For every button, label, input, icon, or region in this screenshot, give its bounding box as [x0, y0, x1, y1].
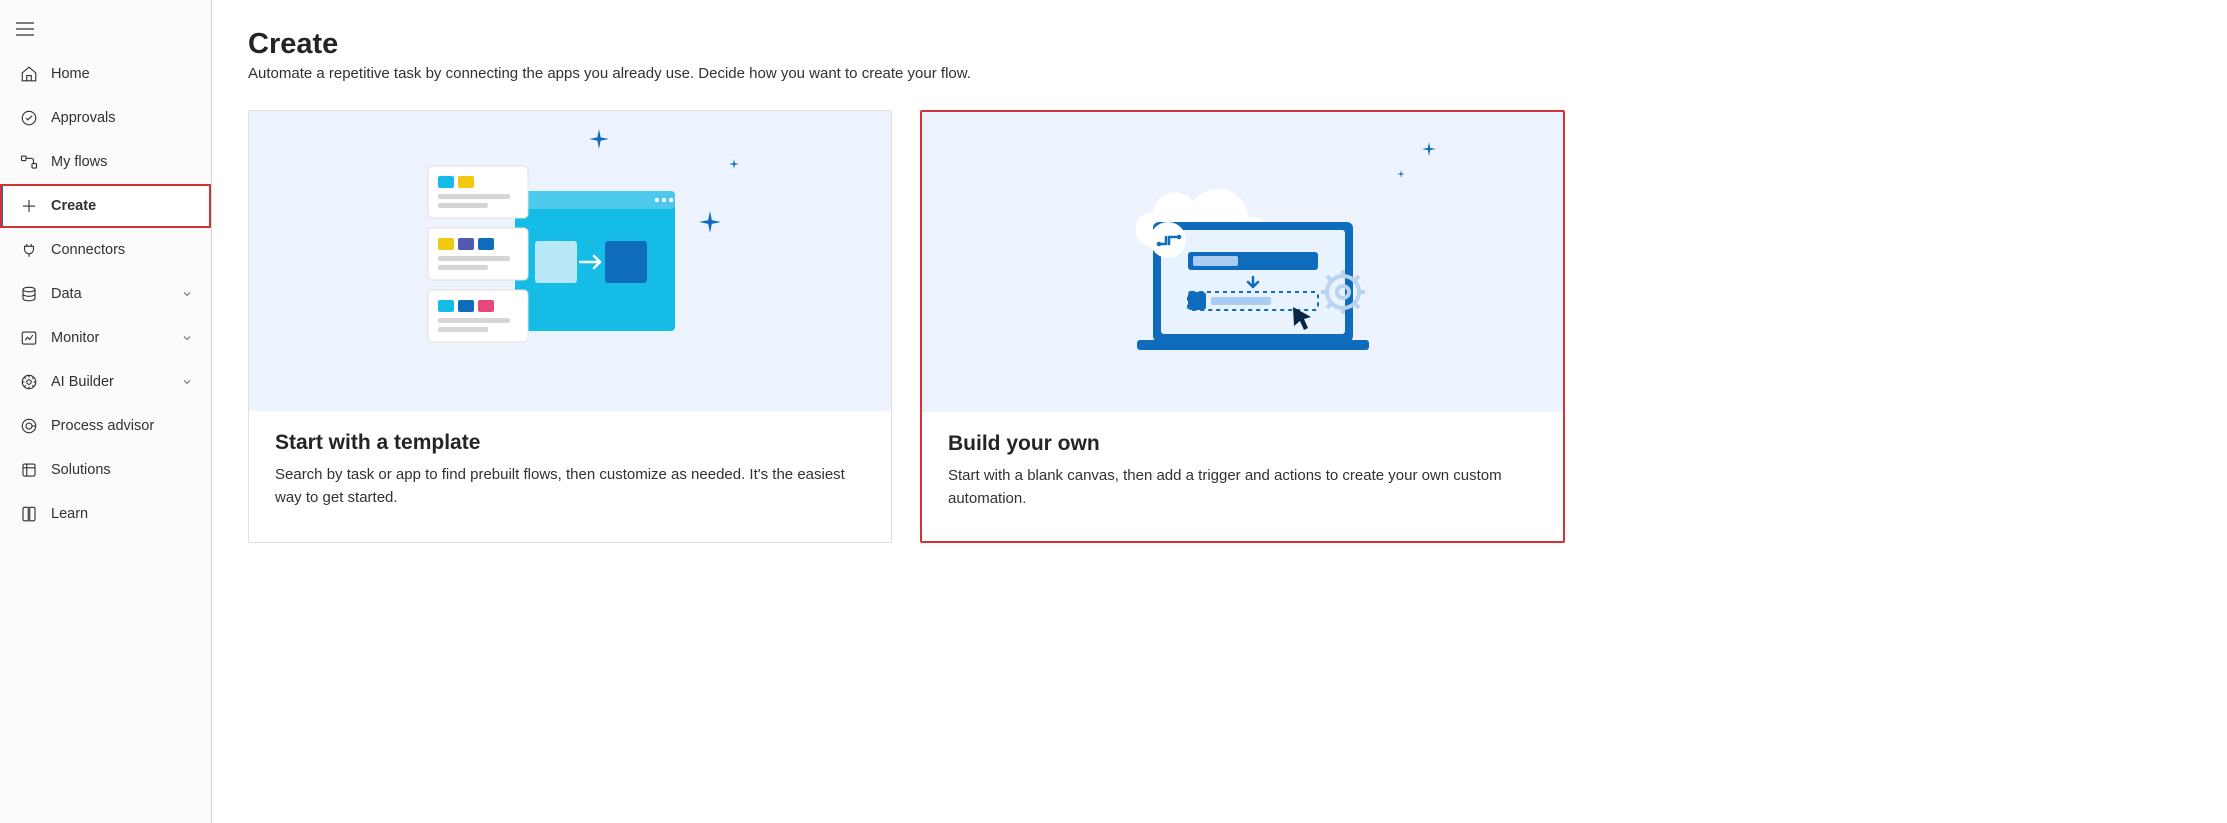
hamburger-button[interactable] — [0, 12, 211, 48]
sidebar-item-label: Home — [51, 66, 195, 82]
chevron-down-icon — [181, 287, 195, 301]
sidebar-item-label: Data — [51, 286, 169, 302]
app-shell: Home Approvals My flows Create — [0, 0, 2227, 823]
sidebar-item-data[interactable]: Data — [0, 272, 211, 316]
learn-icon — [19, 504, 39, 524]
sidebar-item-label: Process advisor — [51, 418, 195, 434]
sidebar-item-label: AI Builder — [51, 374, 169, 390]
sidebar-item-learn[interactable]: Learn — [0, 492, 211, 536]
approvals-icon — [19, 108, 39, 128]
sidebar-item-label: Create — [51, 198, 195, 214]
sidebar-item-label: Approvals — [51, 110, 195, 126]
main-content: Create Automate a repetitive task by con… — [212, 0, 2227, 823]
card-hero-illustration — [922, 112, 1563, 412]
card-title: Build your own — [948, 432, 1537, 456]
solutions-icon — [19, 460, 39, 480]
page-title: Create — [248, 28, 2191, 61]
card-start-with-template[interactable]: Start with a template Search by task or … — [248, 110, 892, 543]
build-own-illustration-icon — [1093, 162, 1393, 362]
template-illustration-icon — [420, 156, 720, 366]
connectors-icon — [19, 240, 39, 260]
sidebar-item-label: Connectors — [51, 242, 195, 258]
sidebar-item-create[interactable]: Create — [0, 184, 211, 228]
page-subtitle: Automate a repetitive task by connecting… — [248, 65, 2191, 82]
card-hero-illustration — [249, 111, 891, 411]
sidebar-item-approvals[interactable]: Approvals — [0, 96, 211, 140]
sidebar-nav: Home Approvals My flows Create — [0, 52, 211, 536]
chevron-down-icon — [181, 331, 195, 345]
card-description: Search by task or app to find prebuilt f… — [275, 463, 865, 510]
sidebar-item-home[interactable]: Home — [0, 52, 211, 96]
sidebar-item-label: Monitor — [51, 330, 169, 346]
sidebar: Home Approvals My flows Create — [0, 0, 212, 823]
sidebar-item-label: My flows — [51, 154, 195, 170]
sidebar-item-ai-builder[interactable]: AI Builder — [0, 360, 211, 404]
create-option-cards: Start with a template Search by task or … — [248, 110, 2191, 543]
sidebar-item-label: Solutions — [51, 462, 195, 478]
sidebar-item-process-advisor[interactable]: Process advisor — [0, 404, 211, 448]
card-title: Start with a template — [275, 431, 865, 455]
ai-builder-icon — [19, 372, 39, 392]
sidebar-item-solutions[interactable]: Solutions — [0, 448, 211, 492]
home-icon — [19, 64, 39, 84]
card-build-your-own[interactable]: Build your own Start with a blank canvas… — [920, 110, 1565, 543]
card-description: Start with a blank canvas, then add a tr… — [948, 464, 1537, 511]
chevron-down-icon — [181, 375, 195, 389]
monitor-icon — [19, 328, 39, 348]
my-flows-icon — [19, 152, 39, 172]
plus-icon — [19, 196, 39, 216]
process-advisor-icon — [19, 416, 39, 436]
sidebar-item-connectors[interactable]: Connectors — [0, 228, 211, 272]
sidebar-item-monitor[interactable]: Monitor — [0, 316, 211, 360]
sidebar-item-my-flows[interactable]: My flows — [0, 140, 211, 184]
sidebar-item-label: Learn — [51, 506, 195, 522]
data-icon — [19, 284, 39, 304]
